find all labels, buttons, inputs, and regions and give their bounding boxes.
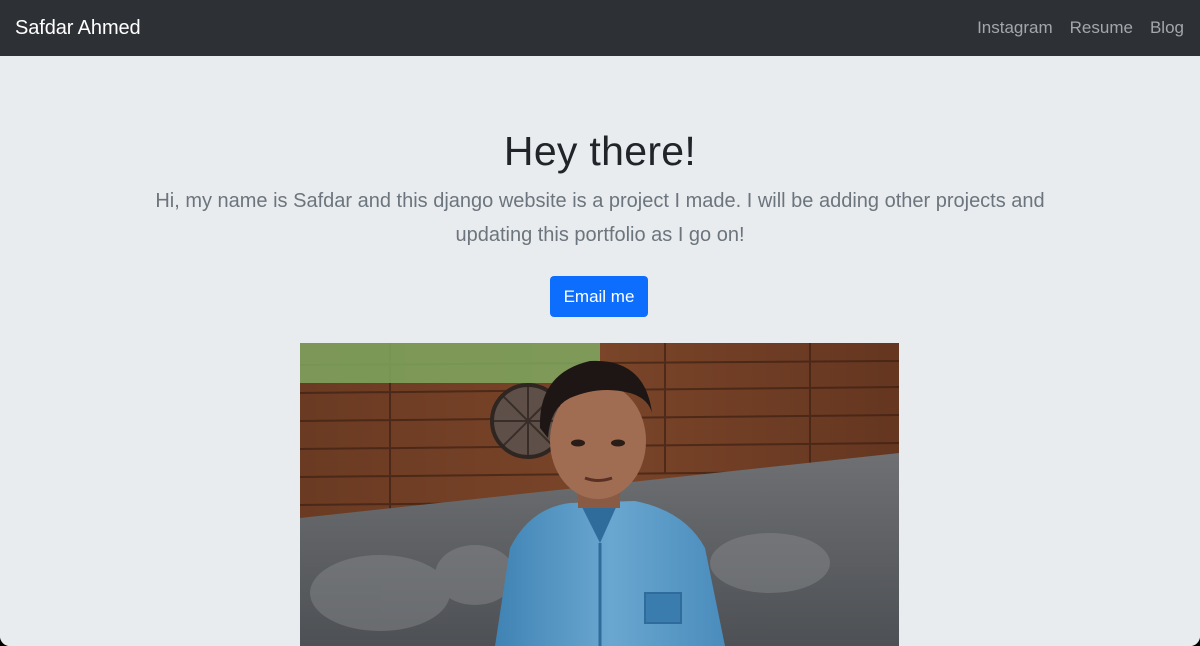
hero-lead-text: Hi, my name is Safdar and this django we…: [155, 190, 1045, 246]
browser-viewport: Safdar Ahmed Instagram Resume Blog Hey t…: [0, 0, 1200, 646]
nav-link-instagram[interactable]: Instagram: [977, 18, 1053, 38]
hero-heading: Hey there!: [503, 128, 697, 174]
brand-link[interactable]: Safdar Ahmed: [15, 17, 141, 40]
navbar: Safdar Ahmed Instagram Resume Blog: [0, 0, 1200, 56]
nav-link-resume[interactable]: Resume: [1070, 18, 1133, 38]
email-me-button[interactable]: Email me: [550, 276, 648, 317]
profile-photo: [300, 343, 899, 646]
nav-link-blog[interactable]: Blog: [1150, 18, 1184, 38]
nav-links: Instagram Resume Blog: [960, 18, 1184, 38]
hero-section: Hey there! Hi, my name is Safdar and thi…: [0, 56, 1200, 646]
